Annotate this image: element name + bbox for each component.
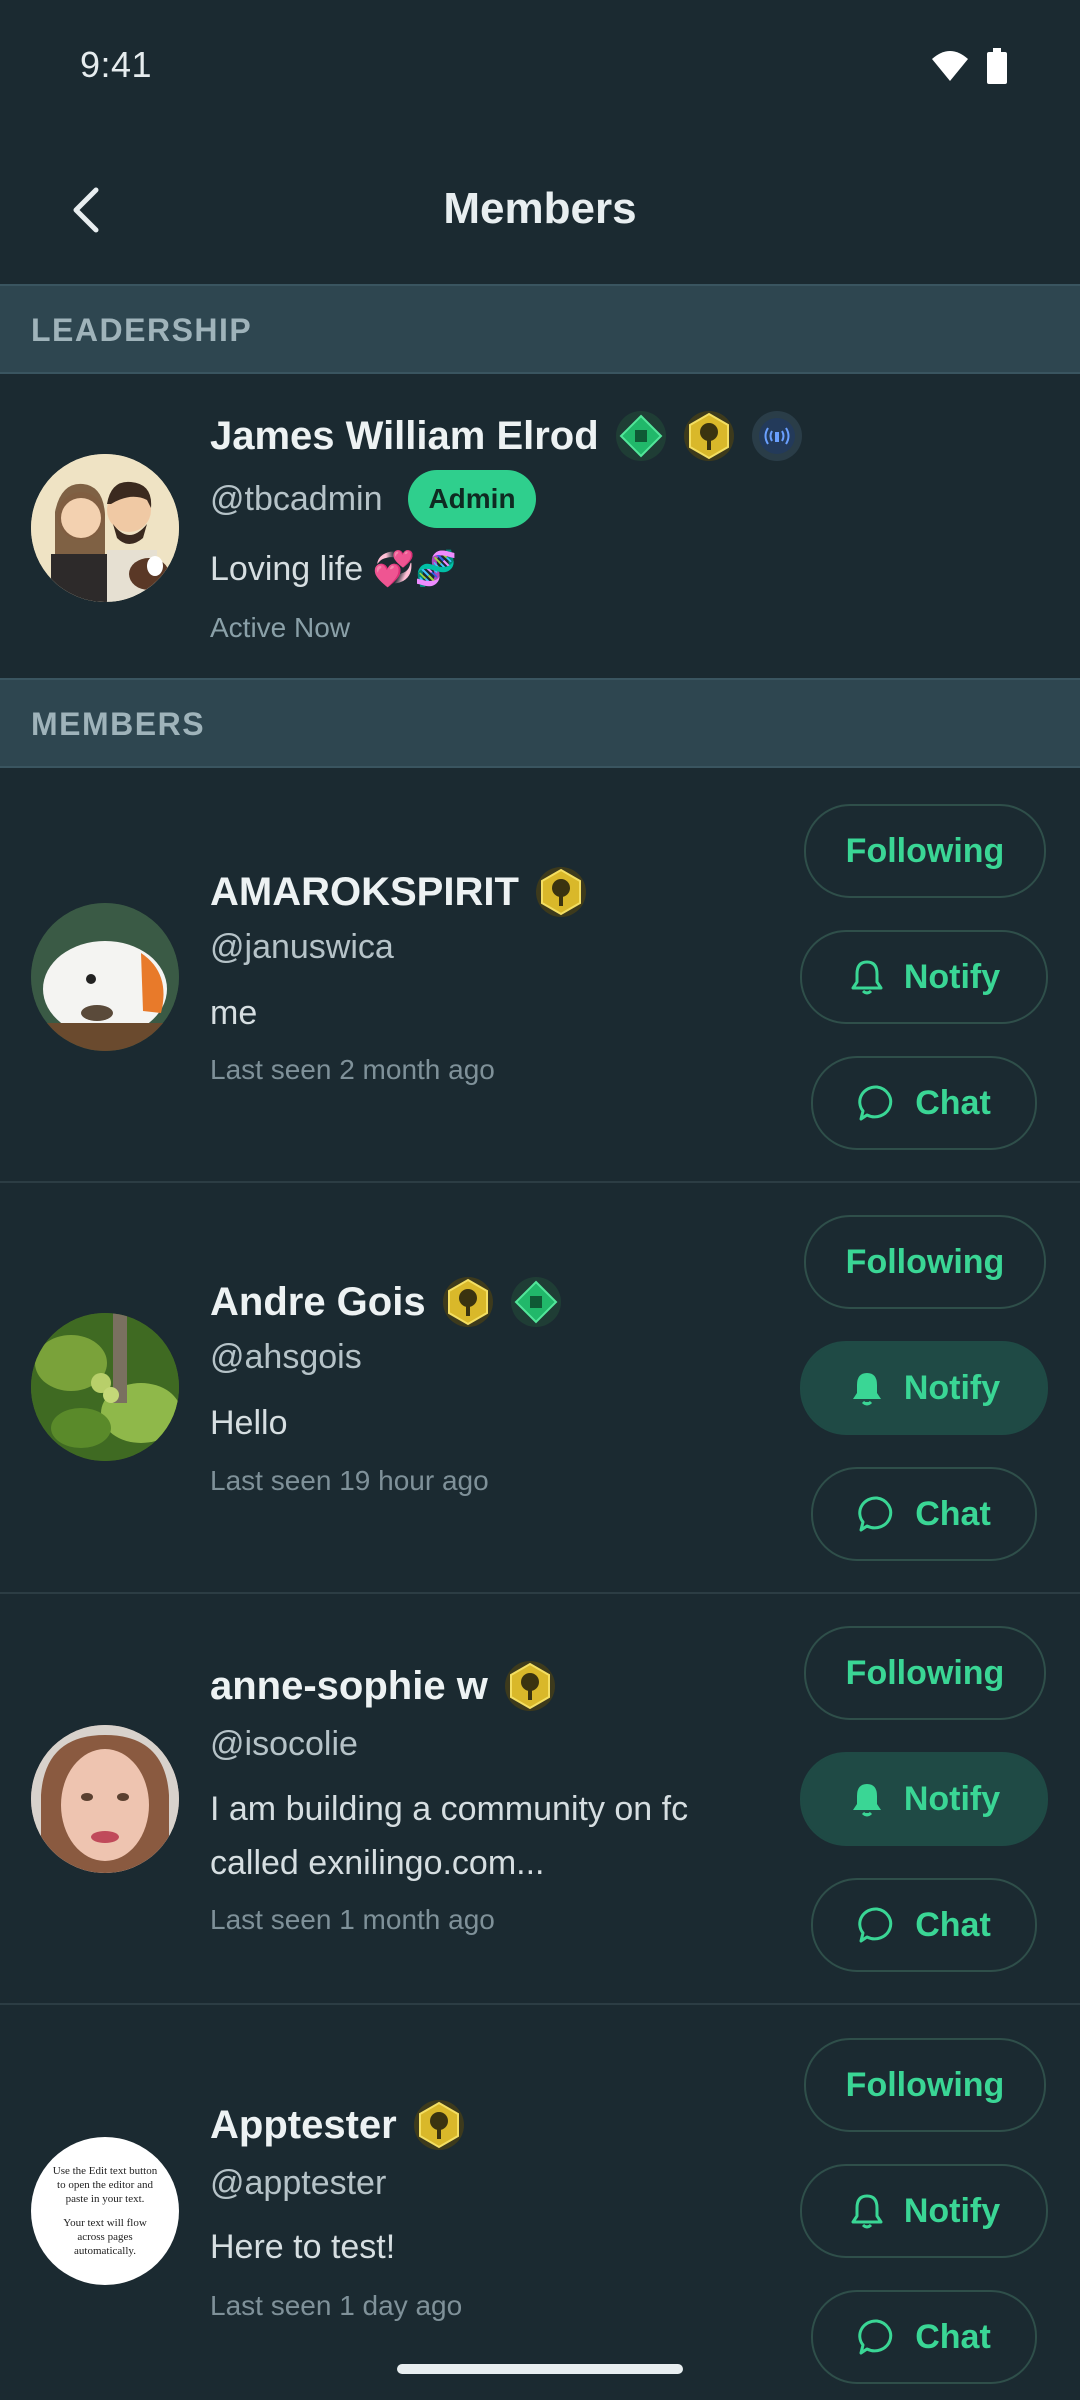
following-button[interactable]: Following (804, 1215, 1046, 1309)
chat-bubble-icon (858, 1907, 893, 1943)
avatar[interactable] (31, 454, 179, 602)
following-button[interactable]: Following (804, 804, 1046, 898)
member-name: James William Elrod (210, 413, 599, 458)
member-last-seen: Last seen 1 month ago (210, 1904, 495, 1935)
chat-button[interactable]: Chat (811, 2290, 1037, 2384)
notify-label: Notify (903, 1368, 1001, 1407)
gold-tree-badge-icon (535, 867, 586, 917)
member-handle: @tbcadmin (210, 480, 383, 518)
member-bio: Here to test! (210, 2228, 396, 2266)
member-last-seen: Last seen 1 day ago (210, 2290, 463, 2321)
member-name: Apptester (210, 2102, 397, 2147)
notify-label: Notify (903, 1779, 1001, 1818)
status-icons (930, 48, 1008, 84)
chat-bubble-icon (858, 1496, 893, 1532)
notify-button[interactable]: Notify (800, 1752, 1048, 1846)
battery-icon (987, 48, 1007, 84)
avatar-text: Use the Edit text button to open the edi… (52, 2165, 158, 2205)
member-handle: @ahsgois (210, 1338, 362, 1376)
home-indicator[interactable] (397, 2364, 683, 2374)
gold-tree-badge-icon (504, 1661, 555, 1711)
member-bio: I am building a community on fc called e… (210, 1790, 689, 1882)
member-name-row: Andre Gois (210, 1276, 562, 1328)
following-button[interactable]: Following (804, 2038, 1046, 2132)
chat-label: Chat (915, 1083, 991, 1122)
member-bio: me (210, 994, 258, 1032)
notify-label: Notify (903, 2191, 1001, 2230)
gold-tree-badge-icon (683, 411, 734, 461)
member-name: Andre Gois (210, 1279, 426, 1324)
avatar[interactable]: Use the Edit text button to open the edi… (31, 2137, 179, 2285)
status-bar: 9:41 (0, 0, 1080, 132)
chat-bubble-icon (858, 1085, 893, 1121)
chat-label: Chat (915, 1494, 991, 1533)
notify-button[interactable]: Notify (800, 1341, 1048, 1435)
section-header-members: MEMBERS (0, 678, 1080, 768)
chat-button[interactable]: Chat (811, 1056, 1037, 1150)
bell-outline-icon (851, 960, 883, 995)
member-name-row: anne-sophie w (210, 1660, 556, 1712)
plant-photo-avatar-icon (31, 1313, 179, 1461)
chat-button[interactable]: Chat (811, 1878, 1037, 1972)
bell-outline-icon (851, 2194, 883, 2229)
wifi-icon (932, 51, 968, 81)
white-dog-avatar-icon (31, 903, 179, 1051)
chat-label: Chat (915, 2317, 991, 2356)
notify-button[interactable]: Notify (800, 930, 1048, 1024)
member-name: anne-sophie w (210, 1663, 488, 1708)
chat-bubble-icon (858, 2319, 893, 2355)
cartoon-couple-avatar-icon (31, 454, 179, 602)
member-handle: @januswica (210, 928, 394, 966)
member-handle: @isocolie (210, 1725, 358, 1763)
member-last-seen: Last seen 2 month ago (210, 1054, 495, 1085)
divider (0, 1592, 1080, 1594)
section-title: LEADERSHIP (31, 312, 253, 348)
divider (0, 2003, 1080, 2005)
following-label: Following (845, 831, 1005, 870)
blue-signal-badge-icon (751, 411, 802, 461)
notify-label: Notify (903, 957, 1001, 996)
admin-badge: Admin (408, 470, 536, 528)
bell-filled-icon (852, 1373, 881, 1406)
divider (0, 1181, 1080, 1183)
member-status: Active Now (210, 612, 351, 643)
following-label: Following (845, 2065, 1005, 2104)
avatar[interactable] (31, 903, 179, 1051)
chat-button[interactable]: Chat (811, 1467, 1037, 1561)
member-name: AMAROKSPIRIT (210, 869, 519, 914)
chat-label: Chat (915, 1905, 991, 1944)
member-name-row: Apptester (210, 2099, 465, 2151)
green-diamond-badge-icon (510, 1277, 561, 1327)
member-name-row: AMAROKSPIRIT (210, 866, 587, 918)
woman-portrait-avatar-icon (31, 1725, 179, 1873)
following-label: Following (845, 1242, 1005, 1281)
page-title: Members (443, 184, 637, 233)
gold-tree-badge-icon (442, 1277, 493, 1327)
member-handle: @apptester (210, 2164, 387, 2202)
following-button[interactable]: Following (804, 1626, 1046, 1720)
avatar[interactable] (31, 1725, 179, 1873)
section-header-leadership: LEADERSHIP (0, 284, 1080, 374)
gold-tree-badge-icon (413, 2100, 464, 2150)
status-time: 9:41 (80, 44, 153, 85)
app-header: Members (0, 140, 1080, 284)
notify-button[interactable]: Notify (800, 2164, 1048, 2258)
green-diamond-badge-icon (615, 411, 666, 461)
leader-name-row: James William Elrod (210, 410, 803, 462)
bell-filled-icon (852, 1784, 881, 1817)
section-title: MEMBERS (31, 706, 206, 742)
member-last-seen: Last seen 19 hour ago (210, 1465, 489, 1496)
member-bio: Hello (210, 1404, 288, 1442)
following-label: Following (845, 1653, 1005, 1692)
avatar-text: Your text will flow across pages automat… (63, 2217, 147, 2257)
avatar[interactable] (31, 1313, 179, 1461)
member-bio: Loving life 💞🧬 (210, 550, 458, 588)
